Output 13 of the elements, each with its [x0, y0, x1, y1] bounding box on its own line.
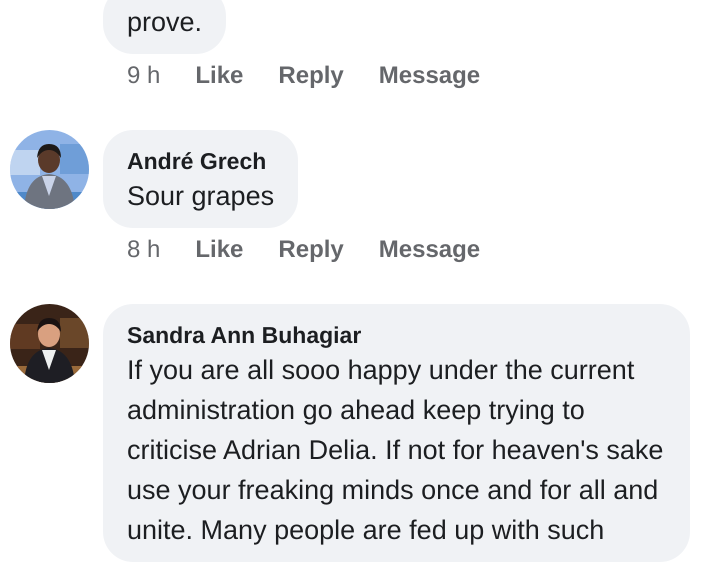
action-link[interactable]: Like — [195, 234, 244, 266]
action-link[interactable]: Like — [195, 60, 244, 92]
action-link[interactable]: Reply — [278, 234, 344, 266]
action-link[interactable]: Message — [378, 234, 480, 266]
action-link[interactable]: Reply — [278, 60, 344, 92]
comment-time: 9 h — [127, 61, 160, 91]
comment-text: prove. — [127, 6, 202, 39]
author-name[interactable]: André Grech — [127, 146, 274, 176]
action-link[interactable]: Message — [378, 60, 480, 92]
comment-text: If you are all sooo happy under the current administration go ahead keep trying to criticise Adrian Delia. If not for heaven's sake use your freaking minds once and for all and unite. Many people are fed up with such — [127, 354, 664, 547]
comment-text: Sour grapes — [127, 180, 274, 213]
author-name[interactable]: Sandra Ann Buhagiar — [127, 320, 666, 350]
comment-time: 8 h — [127, 235, 160, 265]
